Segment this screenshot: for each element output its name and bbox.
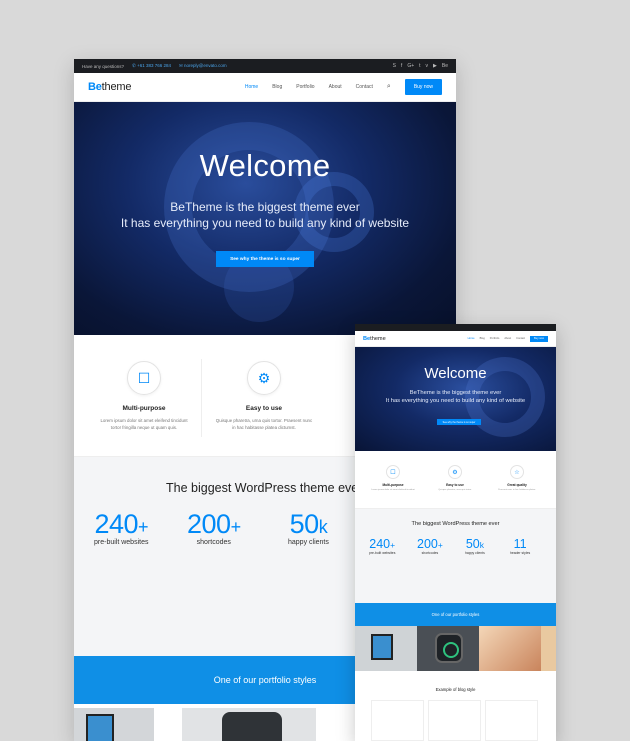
buy-now-button[interactable]: Buy now xyxy=(530,335,548,342)
poster-image xyxy=(86,714,114,741)
menu-item-home[interactable]: Home xyxy=(468,337,475,340)
menu-item-blog[interactable]: Blog xyxy=(272,84,282,90)
portfolio-thumb[interactable] xyxy=(74,708,154,741)
logo[interactable]: Betheme xyxy=(88,81,131,93)
facebook-icon[interactable]: f xyxy=(401,63,402,69)
portfolio-thumb[interactable] xyxy=(417,626,479,671)
behance-icon[interactable]: Be xyxy=(442,63,448,69)
feature-easy-to-use: ⚙ Easy to use Quisque pharetra, urna qui… xyxy=(214,361,314,431)
poster-image xyxy=(371,634,393,660)
menu-item-about[interactable]: About xyxy=(504,337,511,340)
gear-icon: ⚙ xyxy=(247,361,281,395)
blog-card[interactable] xyxy=(428,700,481,741)
copy-icon: ☐ xyxy=(127,361,161,395)
search-icon[interactable]: ⌕ xyxy=(387,83,391,91)
skype-icon[interactable]: S xyxy=(393,63,396,69)
phone-link[interactable]: ✆ +61 383 766 284 xyxy=(132,63,171,69)
main-nav: Betheme Home Blog Portfolio About Contac… xyxy=(355,331,556,347)
youtube-icon[interactable]: ▶ xyxy=(433,63,437,69)
device-image xyxy=(222,712,282,741)
hero-section: Welcome BeTheme is the biggest theme eve… xyxy=(355,347,556,451)
gear-icon: ⚙ xyxy=(448,465,462,479)
hero-subtitle: BeTheme is the biggest theme ever It has… xyxy=(120,200,410,230)
menu-item-portfolio[interactable]: Portfolio xyxy=(490,337,500,340)
portfolio-thumb[interactable] xyxy=(479,626,541,671)
hero-cta-button[interactable]: See why the theme is so super xyxy=(437,419,481,425)
menu-item-contact[interactable]: Contact xyxy=(516,337,525,340)
menu-item-about[interactable]: About xyxy=(329,84,342,90)
hero-title: Welcome xyxy=(199,148,331,183)
social-links: S f G+ t v ▶ Be xyxy=(393,63,448,69)
feature-great-quality: ☆ Great quality Praesent nunc in hac hab… xyxy=(489,465,545,492)
blog-card[interactable] xyxy=(371,700,424,741)
hero-section: Welcome BeTheme is the biggest theme eve… xyxy=(74,102,456,335)
stat-websites: 240+ pre-built websites xyxy=(369,537,396,555)
stat-websites: 240+ pre-built websites xyxy=(94,509,149,546)
menu-item-blog[interactable]: Blog xyxy=(480,337,485,340)
top-bar: Have any questions? ✆ +61 383 766 284 ✉ … xyxy=(74,59,456,73)
question-text: Have any questions? xyxy=(82,63,125,69)
hero-title: Welcome xyxy=(424,365,487,382)
features-section: ☐ Multi-purpose Lorem ipsum dolor sit am… xyxy=(355,451,556,509)
vimeo-icon[interactable]: v xyxy=(426,63,429,69)
portfolio-thumb[interactable] xyxy=(182,708,316,741)
blog-cards xyxy=(371,700,538,741)
menu-item-home[interactable]: Home xyxy=(245,84,258,90)
portfolio-banner: One of our portfolio styles xyxy=(355,603,556,626)
stat-shortcodes: 200+ shortcodes xyxy=(417,537,443,555)
portfolio-thumb[interactable] xyxy=(541,626,556,671)
feature-text: Lorem ipsum dolor sit amet eleifend tinc… xyxy=(100,418,188,430)
divider xyxy=(201,359,202,437)
buy-now-button[interactable]: Buy now xyxy=(404,79,442,95)
star-icon: ☆ xyxy=(510,465,524,479)
blog-heading: Example of blog style xyxy=(435,687,476,692)
watch-image xyxy=(435,633,463,663)
hero-cta-button[interactable]: See why the theme is so super xyxy=(216,251,314,267)
stat-clients: 50k happy clients xyxy=(288,509,329,546)
showcase-canvas: Have any questions? ✆ +61 383 766 284 ✉ … xyxy=(0,0,630,741)
hero-subtitle: BeTheme is the biggest theme ever It has… xyxy=(385,390,526,404)
feature-multi-purpose: ☐ Multi-purpose Lorem ipsum dolor sit am… xyxy=(94,361,194,431)
twitter-icon[interactable]: t xyxy=(419,63,420,69)
menu: Home Blog Portfolio About Contact Buy no… xyxy=(468,335,548,342)
stats-heading: The biggest WordPress theme eve xyxy=(166,481,359,495)
feature-multi-purpose: ☐ Multi-purpose Lorem ipsum dolor sit am… xyxy=(365,465,421,492)
stat-clients: 50k happy clients xyxy=(465,537,485,555)
blog-card[interactable] xyxy=(485,700,538,741)
feature-title: Multi-purpose xyxy=(122,405,166,412)
menu-item-portfolio[interactable]: Portfolio xyxy=(296,84,314,90)
stat-shortcodes: 200+ shortcodes xyxy=(187,509,241,546)
stats-section: The biggest WordPress theme ever 240+ pr… xyxy=(355,509,556,603)
portfolio-thumbnails xyxy=(355,626,556,671)
menu: Home Blog Portfolio About Contact ⌕ Buy … xyxy=(245,79,442,95)
main-nav: Betheme Home Blog Portfolio About Contac… xyxy=(74,73,456,102)
menu-item-contact[interactable]: Contact xyxy=(356,84,373,90)
feature-title: Easy to use xyxy=(245,405,283,412)
feature-text: Quisque pharetra, urna quis tortor. Prae… xyxy=(215,418,313,430)
email-link[interactable]: ✉ noreply@envato.com xyxy=(179,63,227,69)
logo[interactable]: Betheme xyxy=(363,336,386,342)
feature-easy-to-use: ⚙ Easy to use Quisque pharetra, urna qui… xyxy=(427,465,483,492)
google-plus-icon[interactable]: G+ xyxy=(407,63,414,69)
top-bar xyxy=(355,324,556,331)
copy-icon: ☐ xyxy=(386,465,400,479)
stats-heading: The biggest WordPress theme ever xyxy=(411,521,500,527)
tablet-mockup: Betheme Home Blog Portfolio About Contac… xyxy=(355,324,556,741)
stat-header-styles: 11 header styles xyxy=(510,537,531,555)
portfolio-thumb[interactable] xyxy=(355,626,417,671)
